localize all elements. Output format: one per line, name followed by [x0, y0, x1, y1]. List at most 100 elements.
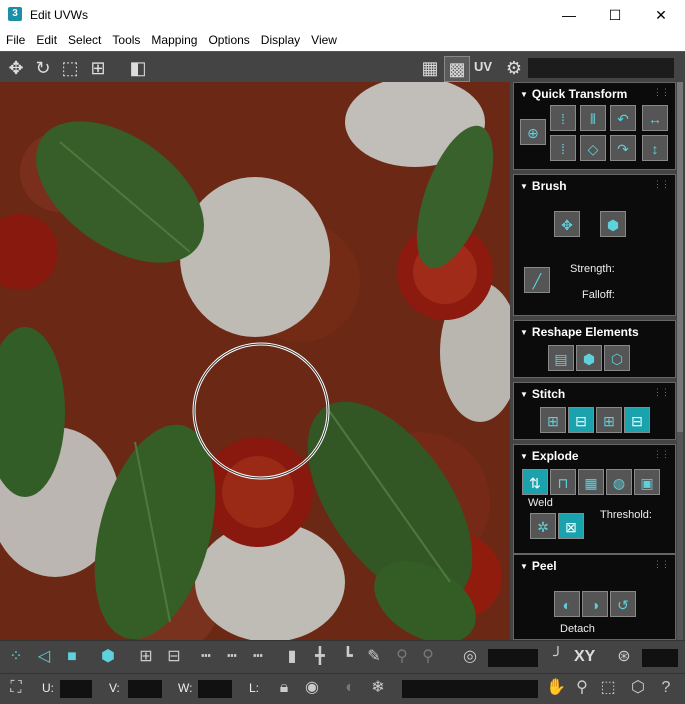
- lock-icon[interactable]: 🔒︎: [272, 676, 296, 700]
- reshape-elements-title[interactable]: Reshape Elements: [520, 325, 639, 339]
- space-vertical-icon[interactable]: ↕: [642, 135, 668, 161]
- brush-title[interactable]: Brush: [520, 179, 567, 193]
- menu-options[interactable]: Options: [202, 30, 254, 47]
- uv-label[interactable]: UV: [474, 59, 492, 74]
- loop-grow-icon[interactable]: ┅: [220, 645, 244, 669]
- grip-icon[interactable]: ⋮⋮: [653, 179, 670, 190]
- rotate-cw-icon[interactable]: ↷: [610, 135, 636, 161]
- texture-checker-icon[interactable]: ▩: [444, 56, 470, 82]
- align-center-icon[interactable]: ◇: [580, 135, 606, 161]
- paint-move-icon[interactable]: ✥: [554, 211, 580, 237]
- grip-icon[interactable]: ⋮⋮: [653, 449, 670, 460]
- move-icon[interactable]: ✥: [4, 56, 28, 80]
- stitch-to-source-icon[interactable]: ⊟: [624, 407, 650, 433]
- align-vertical-icon[interactable]: ⦀: [580, 105, 606, 131]
- falloff-curve-icon[interactable]: ╱: [524, 267, 550, 293]
- explode-title[interactable]: Explode: [520, 449, 579, 463]
- menu-display[interactable]: Display: [255, 30, 305, 47]
- grip-icon[interactable]: ⋮⋮: [653, 87, 670, 98]
- checker-icon[interactable]: ▦: [418, 56, 442, 80]
- flatten-icon[interactable]: ▦: [578, 469, 604, 495]
- stitch-custom-icon[interactable]: ⊞: [540, 407, 566, 433]
- visibility-icon[interactable]: ◉: [300, 676, 324, 700]
- select-edge-icon[interactable]: ◁: [32, 645, 56, 669]
- mirror-icon[interactable]: ◧: [126, 56, 150, 80]
- stitch-average-icon[interactable]: ⊞: [596, 407, 622, 433]
- transform-center-icon[interactable]: ⊕: [520, 119, 546, 145]
- close-button[interactable]: ✕: [638, 0, 684, 30]
- align-horizontal-icon[interactable]: ⁞: [550, 105, 576, 131]
- xy-label[interactable]: XY: [574, 648, 595, 666]
- space-horizontal-icon[interactable]: ↔: [642, 105, 668, 131]
- brush-enlarge-icon[interactable]: ⚲: [390, 645, 414, 669]
- help-icon[interactable]: ?: [654, 676, 678, 700]
- select-element-icon[interactable]: ⬢: [96, 645, 120, 669]
- align-left-icon[interactable]: ⁞: [550, 135, 576, 161]
- ring-icon[interactable]: ┅: [246, 645, 270, 669]
- relax-brush-icon[interactable]: ⬢: [600, 211, 626, 237]
- falloff-type-icon[interactable]: ╯: [546, 645, 570, 669]
- seam-icon[interactable]: ┗: [336, 645, 360, 669]
- uv-viewport[interactable]: [0, 82, 510, 640]
- straighten-icon[interactable]: ▤: [548, 345, 574, 371]
- break-icon[interactable]: ⇅: [522, 469, 548, 495]
- pan-icon[interactable]: ✋: [544, 676, 568, 700]
- weld-target-icon[interactable]: ⊠: [558, 513, 584, 539]
- flatten-by-material-icon[interactable]: ◍: [606, 469, 632, 495]
- quick-peel-icon[interactable]: ◐: [554, 591, 580, 617]
- edge-distance-value[interactable]: [642, 649, 678, 667]
- stitch-title[interactable]: Stitch: [520, 387, 565, 401]
- weld-label: Weld: [528, 497, 553, 509]
- soft-selection-value[interactable]: [488, 649, 538, 667]
- weld-selected-icon[interactable]: ✲: [530, 513, 556, 539]
- menu-file[interactable]: File: [0, 30, 30, 47]
- minimize-button[interactable]: —: [546, 0, 592, 30]
- selection-set-field[interactable]: [402, 680, 538, 698]
- peel-mode-icon[interactable]: ◑: [582, 591, 608, 617]
- texture-dropdown[interactable]: [528, 58, 674, 78]
- freeform-icon[interactable]: ⊞: [86, 56, 110, 80]
- grip-icon[interactable]: ⋮⋮: [653, 559, 670, 570]
- edge-select-icon[interactable]: ▮: [280, 645, 304, 669]
- soft-selection-icon[interactable]: ◎: [458, 645, 482, 669]
- w-field[interactable]: [198, 680, 232, 698]
- select-vertex-icon[interactable]: ⁘: [4, 645, 28, 669]
- reset-peel-icon[interactable]: ↺: [610, 591, 636, 617]
- flatten-by-smoothing-icon[interactable]: ▣: [634, 469, 660, 495]
- relax-icon[interactable]: ⬢: [576, 345, 602, 371]
- menu-select[interactable]: Select: [62, 30, 106, 47]
- hide-icon[interactable]: ◐: [338, 676, 362, 700]
- scale-icon[interactable]: ⬚: [58, 56, 82, 80]
- scrollbar-thumb[interactable]: [677, 82, 683, 432]
- menu-tools[interactable]: Tools: [106, 30, 145, 47]
- quick-transform-title[interactable]: Quick Transform: [520, 87, 627, 101]
- shrink-selection-icon[interactable]: ⊟: [162, 645, 186, 669]
- map-settings-icon[interactable]: ⚙: [502, 56, 526, 80]
- u-field[interactable]: [60, 680, 92, 698]
- menu-edit[interactable]: Edit: [30, 30, 62, 47]
- edge-distance-icon[interactable]: ⊛: [612, 645, 636, 669]
- zoom-icon[interactable]: ⚲: [570, 676, 594, 700]
- relax-settings-icon[interactable]: ⬡: [604, 345, 630, 371]
- absolute-offset-icon[interactable]: ⛶: [4, 676, 28, 700]
- freeze-icon[interactable]: ❄: [366, 676, 390, 700]
- rotate-icon[interactable]: ↻: [31, 56, 55, 80]
- v-field[interactable]: [128, 680, 162, 698]
- menu-view[interactable]: View: [305, 30, 342, 47]
- brush-shrink-icon[interactable]: ⚲: [416, 645, 440, 669]
- stitch-to-target-icon[interactable]: ⊟: [568, 407, 594, 433]
- select-face-icon[interactable]: ■: [60, 645, 84, 669]
- rotate-ccw-icon[interactable]: ↶: [610, 105, 636, 131]
- loop-icon[interactable]: ┅: [194, 645, 218, 669]
- menu-mapping[interactable]: Mapping: [145, 30, 202, 47]
- point-to-point-icon[interactable]: ╋: [308, 645, 332, 669]
- zoom-region-icon[interactable]: ⬚: [596, 676, 620, 700]
- rollout-scrollbar[interactable]: [677, 82, 683, 640]
- peel-title[interactable]: Peel: [520, 559, 557, 573]
- detach-edge-icon[interactable]: ⊓: [550, 469, 576, 495]
- paint-select-icon[interactable]: ✎: [362, 645, 386, 669]
- zoom-extents-icon[interactable]: ⬡: [626, 676, 650, 700]
- grip-icon[interactable]: ⋮⋮: [653, 387, 670, 398]
- grow-selection-icon[interactable]: ⊞: [134, 645, 158, 669]
- maximize-button[interactable]: ☐: [592, 0, 638, 30]
